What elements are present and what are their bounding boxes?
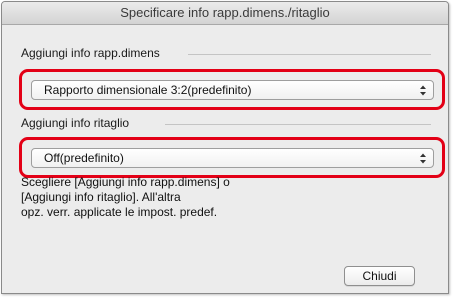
dialog-window: Specificare info rapp.dimens./ritaglio A… [1,1,449,294]
help-text: Scegliere [Aggiungi info rapp.dimens] o … [21,175,321,220]
crop-group-label: Aggiungi info ritaglio [21,116,130,130]
aspect-group-label: Aggiungi info rapp.dimens [21,46,160,60]
crop-group-divider [165,124,431,125]
window-title: Specificare info rapp.dimens./ritaglio [2,2,448,25]
help-text-line: opz. verr. applicate le impost. predef. [21,205,218,219]
crop-info-select-value: Off(predefinito) [44,151,124,165]
close-button[interactable]: Chiudi [344,266,415,286]
up-down-arrows-icon [420,85,426,96]
up-down-arrows-icon [420,153,426,164]
aspect-ratio-select-value: Rapporto dimensionale 3:2(predefinito) [44,83,252,97]
aspect-group-divider [188,54,431,55]
help-text-line: Scegliere [Aggiungi info rapp.dimens] o [21,175,230,189]
crop-info-select[interactable]: Off(predefinito) [31,148,434,168]
aspect-ratio-select[interactable]: Rapporto dimensionale 3:2(predefinito) [31,80,434,100]
help-text-line: [Aggiungi info ritaglio]. All'altra [21,190,181,204]
